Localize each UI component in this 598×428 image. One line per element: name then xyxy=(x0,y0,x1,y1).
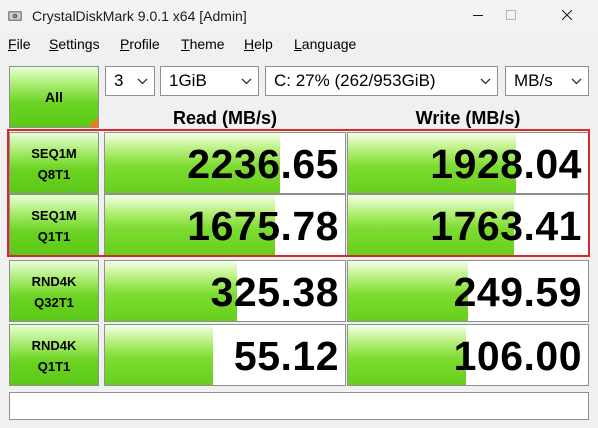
title-bar: CrystalDiskMark 9.0.1 x64 [Admin] xyxy=(0,0,598,32)
write-value: 106.00 xyxy=(453,333,582,379)
read-result-seq1m-q8t1: 2236.65 xyxy=(104,132,346,194)
test-label-line2: Q8T1 xyxy=(37,167,71,182)
menu-profile[interactable]: Profile xyxy=(120,35,160,53)
all-button-label: All xyxy=(45,89,63,105)
write-result-rnd4k-q32t1: 249.59 xyxy=(347,260,589,322)
minimize-icon xyxy=(473,15,483,16)
test-size-value: 1GiB xyxy=(169,71,207,90)
test-count-select[interactable]: 3 xyxy=(105,66,155,96)
write-value: 1928.04 xyxy=(430,141,582,187)
maximize-icon xyxy=(506,10,516,20)
test-button-rnd4k-q32t1[interactable]: RND4K Q32T1 xyxy=(9,260,99,322)
read-result-rnd4k-q32t1: 325.38 xyxy=(104,260,346,322)
menu-settings[interactable]: Settings xyxy=(49,35,100,53)
test-label-line2: Q1T1 xyxy=(37,359,71,374)
read-value: 325.38 xyxy=(210,269,339,315)
test-label-line2: Q32T1 xyxy=(34,295,74,310)
read-result-seq1m-q1t1: 1675.78 xyxy=(104,194,346,256)
menu-file[interactable]: File xyxy=(8,35,31,53)
write-value: 249.59 xyxy=(453,269,582,315)
chevron-down-icon xyxy=(571,78,582,85)
drive-select[interactable]: C: 27% (262/953GiB) xyxy=(265,66,498,96)
chevron-down-icon xyxy=(480,78,491,85)
test-size-select[interactable]: 1GiB xyxy=(160,66,259,96)
maximize-button[interactable] xyxy=(488,0,534,32)
menu-help[interactable]: Help xyxy=(244,35,273,53)
drive-value: C: 27% (262/953GiB) xyxy=(274,71,436,90)
comment-field[interactable] xyxy=(9,392,589,420)
write-progress-bar xyxy=(348,261,468,321)
test-label-line1: SEQ1M xyxy=(31,208,77,223)
write-progress-bar xyxy=(348,325,466,385)
close-icon xyxy=(562,10,572,20)
test-label-line1: RND4K xyxy=(31,338,77,353)
close-button[interactable] xyxy=(544,0,590,32)
window-title: CrystalDiskMark 9.0.1 x64 [Admin] xyxy=(32,8,247,24)
test-count-value: 3 xyxy=(114,71,124,90)
unit-value: MB/s xyxy=(514,71,553,90)
read-result-rnd4k-q1t1: 55.12 xyxy=(104,324,346,386)
read-progress-bar xyxy=(105,325,213,385)
read-value: 2236.65 xyxy=(187,141,339,187)
unit-select[interactable]: MB/s xyxy=(505,66,589,96)
read-value: 1675.78 xyxy=(187,203,339,249)
read-column-header: Read (MB/s) xyxy=(172,108,277,128)
chevron-down-icon xyxy=(137,78,148,85)
test-button-seq1m-q8t1[interactable]: SEQ1M Q8T1 xyxy=(9,132,99,194)
menu-theme[interactable]: Theme xyxy=(181,35,225,53)
menu-bar: File Settings Profile Theme Help Languag… xyxy=(0,32,598,56)
chevron-down-icon xyxy=(241,78,252,85)
write-result-seq1m-q8t1: 1928.04 xyxy=(347,132,589,194)
app-icon xyxy=(8,11,22,21)
test-label-line1: RND4K xyxy=(31,274,77,289)
write-column-header: Write (MB/s) xyxy=(415,108,521,128)
corner-marker-icon xyxy=(88,117,98,127)
write-result-seq1m-q1t1: 1763.41 xyxy=(347,194,589,256)
menu-language[interactable]: Language xyxy=(294,35,356,53)
write-result-rnd4k-q1t1: 106.00 xyxy=(347,324,589,386)
test-label-line1: SEQ1M xyxy=(31,146,77,161)
test-label-line2: Q1T1 xyxy=(37,229,71,244)
test-button-rnd4k-q1t1[interactable]: RND4K Q1T1 xyxy=(9,324,99,386)
test-button-seq1m-q1t1[interactable]: SEQ1M Q1T1 xyxy=(9,194,99,256)
write-value: 1763.41 xyxy=(430,203,582,249)
all-tests-button[interactable]: All xyxy=(9,66,99,128)
read-value: 55.12 xyxy=(233,333,339,379)
